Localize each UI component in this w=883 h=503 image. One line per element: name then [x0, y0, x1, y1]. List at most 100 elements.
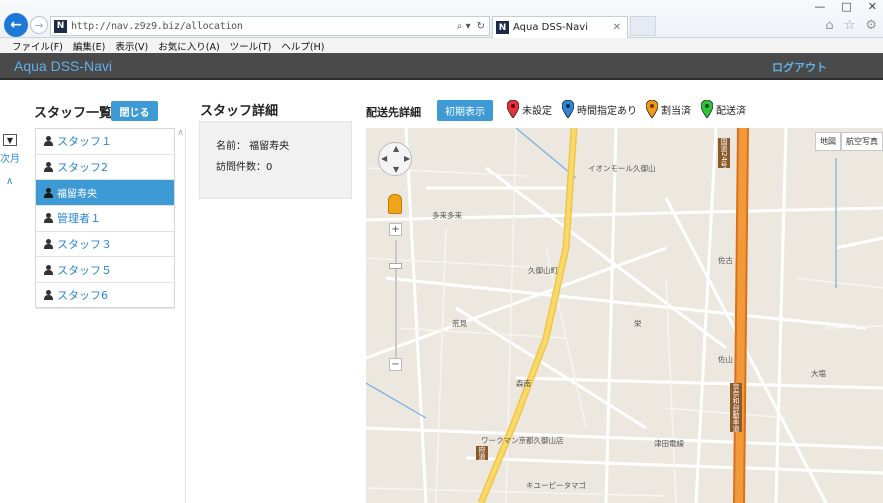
map-label: ワークマン京都久御山店: [481, 436, 564, 445]
person-icon: [44, 290, 53, 301]
map-label: 大塩: [811, 369, 826, 378]
url-text[interactable]: http://nav.z9z9.biz/allocation: [71, 21, 243, 32]
legend-label: 配送済: [716, 105, 746, 117]
staff-item-label: スタッフ１: [57, 135, 112, 149]
menu-tools[interactable]: ツール(T): [230, 39, 272, 53]
map-pan-control[interactable]: ▲ ▼ ◀ ▶: [378, 142, 412, 176]
site-favicon-icon: N: [54, 19, 67, 33]
next-month-link[interactable]: 次月: [0, 150, 20, 165]
forward-button[interactable]: →: [30, 16, 48, 34]
map-label: 森南: [516, 379, 531, 388]
staff-item-label: スタッフ6: [57, 289, 108, 303]
new-tab-button[interactable]: [630, 16, 656, 36]
staff-detail-panel: 名前： 福留寿央 訪問件数：0: [199, 121, 352, 199]
legend-unset: 未設定: [507, 100, 552, 118]
staff-item-label: スタッフ５: [57, 263, 112, 277]
staff-item[interactable]: スタッフ５: [36, 257, 174, 284]
staff-item[interactable]: スタッフ３: [36, 232, 174, 258]
back-button[interactable]: ←: [4, 13, 28, 37]
tab-title: Aqua DSS-Navi: [513, 22, 588, 33]
person-icon: [44, 239, 53, 250]
menu-file[interactable]: ファイル(F): [12, 39, 63, 53]
chevron-up-icon[interactable]: ∧: [6, 176, 13, 187]
staff-detail-name: 名前： 福留寿央: [216, 141, 290, 152]
map-label: 佐古: [718, 256, 733, 265]
legend-assigned: 割当済: [646, 100, 691, 118]
person-icon: [44, 136, 53, 147]
staff-detail-visits: 訪問件数：0: [216, 162, 273, 173]
map-label: 荒見: [452, 319, 467, 328]
map-type-satellite-button[interactable]: 航空写真: [841, 132, 883, 151]
close-window-icon[interactable]: ✕: [868, 0, 877, 13]
staff-detail-title: スタッフ詳細: [200, 104, 279, 119]
map-label: キユーピータマゴ: [526, 481, 586, 490]
address-bar[interactable]: N http://nav.z9z9.biz/allocation ⌕ ▾ ↻: [50, 16, 490, 36]
staff-item-selected[interactable]: 福留寿央: [36, 180, 174, 207]
list-scroll-up-icon[interactable]: ∧: [176, 128, 185, 308]
app-brand[interactable]: Aqua DSS-Navi: [14, 58, 112, 74]
map-type-map-button[interactable]: 地図: [815, 132, 841, 151]
legend-time-specified: 時間指定あり: [562, 100, 637, 118]
menu-help[interactable]: ヘルプ(H): [281, 39, 324, 53]
staff-item[interactable]: スタッフ１: [36, 129, 174, 155]
favorites-star-icon[interactable]: ☆: [844, 18, 856, 33]
legend-label: 未設定: [522, 105, 552, 117]
map-label: 栄: [634, 319, 642, 328]
menu-bar: ファイル(F) 編集(E) 表示(V) お気に入り(A) ツール(T) ヘルプ(…: [0, 38, 883, 53]
person-icon: [44, 213, 53, 224]
staff-item-label: 福留寿央: [57, 189, 97, 201]
legend-delivered: 配送済: [701, 100, 746, 118]
window-controls: — □ ✕: [814, 0, 877, 13]
initial-view-button[interactable]: 初期表示: [437, 100, 493, 121]
road-label: 国道24号: [718, 138, 730, 168]
map-label: 佐山: [718, 355, 733, 364]
home-icon[interactable]: ⌂: [825, 18, 833, 33]
map-roads: [366, 128, 883, 503]
browser-chrome: — □ ✕ ← → N http://nav.z9z9.biz/allocati…: [0, 0, 883, 38]
road-label: 府道: [476, 446, 488, 460]
staff-item-label: スタッフ2: [57, 161, 108, 175]
close-button[interactable]: 閉じる: [111, 101, 158, 121]
delivery-map[interactable]: 地図 航空写真 ▲ ▼ ◀ ▶ + − イオンモール久御山 多来多来 久御山町 …: [366, 128, 883, 503]
map-label: イオンモール久御山: [588, 164, 656, 173]
pan-left-icon[interactable]: ◀: [381, 154, 387, 163]
road-label: 京奈和自動車道: [730, 383, 742, 432]
staff-list-title: スタッフ一覧: [34, 106, 113, 121]
tab-favicon-icon: N: [496, 21, 509, 34]
pan-right-icon[interactable]: ▶: [404, 154, 410, 163]
settings-gear-icon[interactable]: ⚙: [865, 18, 877, 33]
person-icon: [44, 187, 53, 198]
pan-down-icon[interactable]: ▼: [393, 165, 399, 174]
zoom-out-button[interactable]: −: [389, 358, 402, 371]
staff-item-label: 管理者１: [57, 212, 101, 226]
blue-pin-icon: [562, 100, 574, 118]
staff-item[interactable]: 管理者１: [36, 206, 174, 232]
green-pin-icon: [701, 100, 713, 118]
chevron-down-icon[interactable]: ▼: [3, 134, 17, 146]
street-view-pegman-icon[interactable]: [388, 194, 402, 214]
map-label: 多来多来: [432, 211, 462, 220]
zoom-in-button[interactable]: +: [389, 223, 402, 236]
legend-label: 割当済: [661, 105, 691, 117]
menu-favorites[interactable]: お気に入り(A): [158, 39, 219, 53]
staff-item[interactable]: スタッフ2: [36, 155, 174, 181]
menu-view[interactable]: 表示(V): [115, 39, 148, 53]
zoom-slider-track[interactable]: [395, 240, 397, 358]
maximize-icon[interactable]: □: [841, 0, 851, 13]
staff-item[interactable]: スタッフ6: [36, 283, 174, 309]
person-icon: [44, 264, 53, 275]
delivery-detail-title: 配送先詳細: [366, 106, 421, 119]
browser-tab[interactable]: N Aqua DSS-Navi ✕: [492, 16, 628, 38]
refresh-icon[interactable]: ↻: [477, 21, 485, 32]
logout-link[interactable]: ログアウト: [772, 59, 827, 75]
search-icon[interactable]: ⌕ ▾: [457, 21, 471, 32]
close-tab-icon[interactable]: ✕: [613, 22, 621, 33]
staff-list: スタッフ１ スタッフ2 福留寿央 管理者１ スタッフ３ スタッフ５ スタッフ6: [35, 128, 175, 309]
menu-edit[interactable]: 編集(E): [73, 39, 105, 53]
column-divider: [185, 128, 186, 503]
minimize-icon[interactable]: —: [814, 0, 825, 13]
map-label: 久御山町: [528, 266, 558, 275]
zoom-slider-thumb[interactable]: [389, 263, 402, 269]
map-label: 津田電線: [654, 439, 684, 448]
pan-up-icon[interactable]: ▲: [393, 144, 399, 153]
